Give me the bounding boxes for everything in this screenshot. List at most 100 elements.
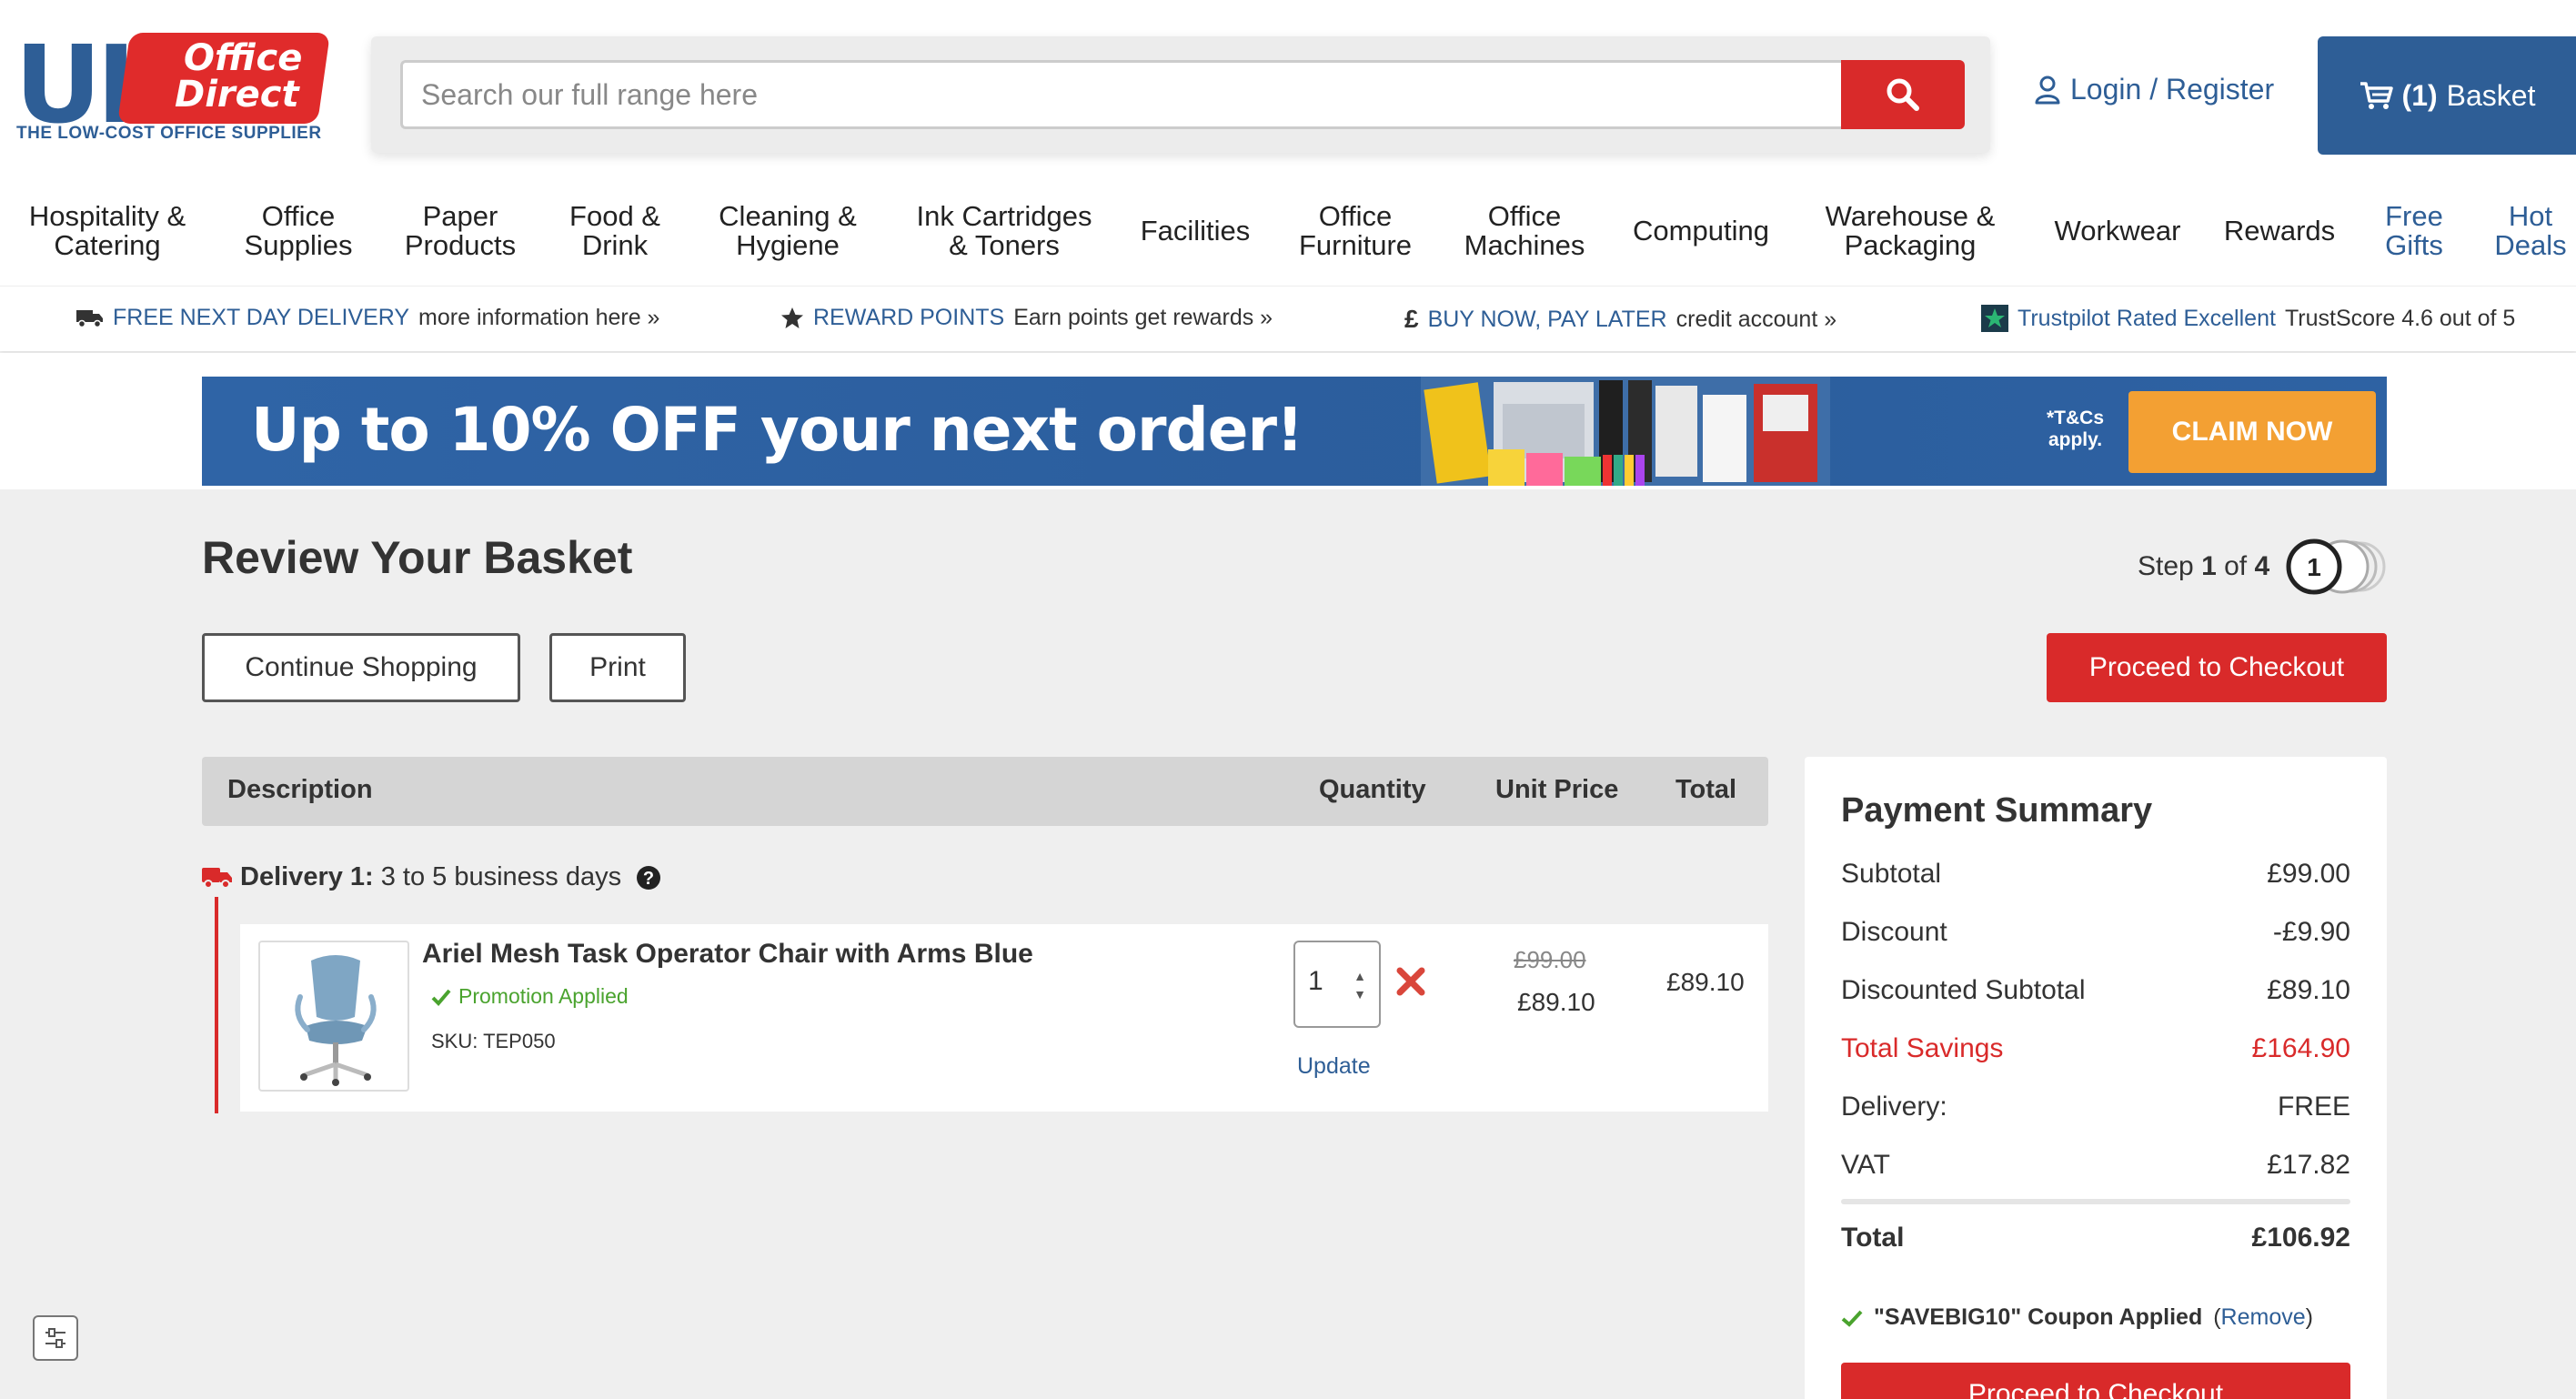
check-icon <box>1841 1310 1863 1327</box>
usp-trustpilot-highlight: Trustpilot Rated Excellent <box>2018 305 2276 331</box>
truck-icon <box>76 309 103 327</box>
nav-warehouse-packaging[interactable]: Warehouse & Packaging <box>1826 202 1996 260</box>
svg-text:?: ? <box>643 869 654 889</box>
nav-office-machines[interactable]: Office Machines <box>1464 202 1585 260</box>
accessibility-widget-button[interactable] <box>33 1315 78 1361</box>
proceed-to-checkout-button-top[interactable]: Proceed to Checkout <box>2047 633 2387 702</box>
usp-delivery[interactable]: FREE NEXT DAY DELIVERY more information … <box>76 305 659 331</box>
nav-rewards[interactable]: Rewards <box>2224 216 2335 246</box>
spinner-up-icon[interactable]: ▲ <box>1353 970 1366 982</box>
nav-office-supplies[interactable]: Office Supplies <box>245 202 353 260</box>
summary-total-row: Total £106.92 <box>1841 1223 2350 1253</box>
product-title-link[interactable]: Ariel Mesh Task Operator Chair with Arms… <box>422 939 1033 970</box>
promo-banner[interactable]: Up to 10% OFF your next order! *T&Cs app… <box>202 377 2387 486</box>
step-text: Step 1 of 4 <box>2138 551 2270 581</box>
search-bar <box>371 36 1990 153</box>
pound-icon: £ <box>1404 305 1419 333</box>
basket-button[interactable]: (1) Basket <box>2318 36 2576 155</box>
nav-computing[interactable]: Computing <box>1633 216 1769 246</box>
nav-hot-deals[interactable]: Hot Deals <box>2494 202 2566 260</box>
site-header: UK Office Direct THE LOW-COST OFFICE SUP… <box>0 0 2576 189</box>
product-thumbnail[interactable] <box>258 941 409 1092</box>
checkout-step-indicator: Step 1 of 4 1 <box>2138 538 2386 595</box>
payment-summary-panel: Payment Summary Subtotal £99.00 Discount… <box>1805 757 2387 1399</box>
basket-line-item: Ariel Mesh Task Operator Chair with Arms… <box>240 924 1768 1112</box>
summary-subtotal-row: Subtotal £99.00 <box>1841 859 2350 889</box>
summary-divider <box>1841 1199 2350 1204</box>
payment-summary-title: Payment Summary <box>1841 791 2153 830</box>
basket-label: Basket <box>2446 78 2536 112</box>
usp-finance-text: credit account » <box>1675 306 1837 332</box>
logo-office-text: Office <box>184 37 303 79</box>
category-nav: Hospitality & Catering Office Supplies Pap… <box>0 189 2576 286</box>
header-total: Total <box>1675 775 1737 804</box>
promotion-applied-label: Promotion Applied <box>431 984 629 1009</box>
page-title: Review Your Basket <box>202 532 633 583</box>
header-description: Description <box>227 775 373 804</box>
login-label: Login / Register <box>2070 73 2275 106</box>
nav-hospitality-catering[interactable]: Hospitality & Catering <box>29 202 186 260</box>
delivery-group-time: 3 to 5 business days <box>380 862 622 891</box>
usp-trustpilot-text: TrustScore 4.6 out of 5 <box>2284 305 2516 331</box>
header-quantity: Quantity <box>1319 775 1426 804</box>
usp-rewards-highlight: REWARD POINTS <box>813 305 1005 330</box>
truck-icon <box>202 867 232 889</box>
spinner-down-icon[interactable]: ▼ <box>1353 988 1366 1001</box>
usp-rewards[interactable]: REWARD POINTS Earn points get rewards » <box>780 305 1273 331</box>
usp-delivery-text: more information here » <box>418 305 660 330</box>
login-register-link[interactable]: Login / Register <box>2034 73 2274 106</box>
nav-food-drink[interactable]: Food & Drink <box>569 202 660 260</box>
coupon-applied-notice: "SAVEBIG10" Coupon Applied (Remove) <box>1841 1304 2313 1331</box>
quantity-spinner[interactable]: ▲ ▼ <box>1352 970 1368 1001</box>
usp-rewards-text: Earn points get rewards » <box>1013 305 1273 330</box>
update-quantity-link[interactable]: Update <box>1297 1053 1371 1080</box>
original-price: £99.00 <box>1514 946 1586 973</box>
question-circle-icon[interactable]: ? <box>636 865 661 891</box>
nav-ink-toners[interactable]: Ink Cartridges & Toners <box>917 202 1092 260</box>
nav-paper-products[interactable]: Paper Products <box>405 202 516 260</box>
nav-cleaning-hygiene[interactable]: Cleaning & Hygiene <box>719 202 857 260</box>
nav-free-gifts[interactable]: Free Gifts <box>2385 202 2443 260</box>
office-chair-image <box>295 955 377 1086</box>
proceed-to-checkout-button-summary[interactable]: Proceed to Checkout <box>1841 1363 2350 1399</box>
search-button[interactable] <box>1841 60 1965 129</box>
delivery-group-marker <box>215 897 218 1113</box>
usp-delivery-highlight: FREE NEXT DAY DELIVERY <box>113 305 410 330</box>
quantity-input[interactable] <box>1308 966 1344 997</box>
search-input[interactable] <box>400 60 1852 129</box>
search-icon <box>1887 78 1919 111</box>
unit-price: £89.10 <box>1517 988 1595 1016</box>
quantity-stepper[interactable]: ▲ ▼ <box>1293 941 1381 1028</box>
step-progress-icon: 1 <box>2286 538 2386 595</box>
usp-finance[interactable]: £ BUY NOW, PAY LATER credit account » <box>1404 305 1836 334</box>
usp-finance-highlight: BUY NOW, PAY LATER <box>1427 306 1667 332</box>
nav-office-furniture[interactable]: Office Furniture <box>1299 202 1412 260</box>
continue-shopping-button[interactable]: Continue Shopping <box>202 633 520 702</box>
logo-direct-text: Direct <box>175 74 299 116</box>
remove-item-icon[interactable] <box>1395 966 1426 997</box>
product-sku: SKU: TEP050 <box>431 1030 556 1052</box>
promo-banner-area: Up to 10% OFF your next order! *T&Cs app… <box>0 353 2576 489</box>
banner-terms: *T&Cs apply. <box>2047 408 2105 450</box>
summary-discount-row: Discount -£9.90 <box>1841 917 2350 947</box>
summary-vat-row: VAT £17.82 <box>1841 1150 2350 1180</box>
usp-trustpilot[interactable]: Trustpilot Rated Excellent TrustScore 4.… <box>1981 305 2515 332</box>
remove-coupon-link[interactable]: Remove <box>2221 1304 2306 1330</box>
sliders-icon <box>45 1328 65 1348</box>
line-total: £89.10 <box>1666 968 1745 996</box>
nav-workwear[interactable]: Workwear <box>2055 216 2181 246</box>
user-icon <box>2035 75 2060 104</box>
star-icon <box>781 307 803 328</box>
print-button[interactable]: Print <box>549 633 686 702</box>
header-unit-price: Unit Price <box>1495 775 1619 804</box>
step-badge-number: 1 <box>2307 553 2321 581</box>
summary-delivery-row: Delivery: FREE <box>1841 1092 2350 1122</box>
usp-bar: FREE NEXT DAY DELIVERY more information … <box>0 286 2576 351</box>
summary-total-savings-row: Total Savings £164.90 <box>1841 1033 2350 1063</box>
trustpilot-star-icon <box>1981 305 2008 332</box>
claim-now-button[interactable]: CLAIM NOW <box>2128 391 2376 473</box>
basket-count: (1) <box>2401 78 2438 112</box>
nav-facilities[interactable]: Facilities <box>1141 216 1251 246</box>
check-icon <box>431 989 451 1006</box>
site-logo[interactable]: UK Office Direct THE LOW-COST OFFICE SUP… <box>15 31 331 149</box>
